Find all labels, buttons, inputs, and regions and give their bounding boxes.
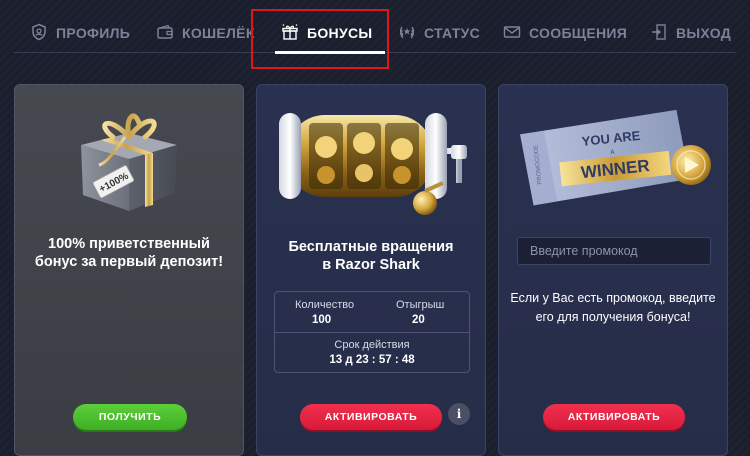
wager-label: Отыгрыш — [396, 299, 445, 311]
activate-free-spins-button[interactable]: АКТИВИРОВАТЬ — [300, 404, 442, 430]
nav-item-wallet[interactable]: КОШЕЛЁК — [156, 20, 255, 46]
count-value: 100 — [312, 314, 332, 326]
activate-promo-button[interactable]: АКТИВИРОВАТЬ — [543, 404, 685, 430]
gift-box-image: +100% — [81, 113, 177, 211]
nav-item-exit[interactable]: ВЫХОД — [650, 20, 731, 46]
winner-ticket-image: YOU ARE A WINNER PROMOCODE — [520, 109, 711, 206]
ticket-small: A — [610, 150, 615, 156]
laurel-icon — [398, 23, 416, 44]
free-spins-title-line2: в Razor Shark — [322, 257, 420, 273]
nav-label-exit: ВЫХОД — [676, 25, 731, 41]
nav-item-status[interactable]: СТАТУС — [398, 20, 480, 46]
expiry-label: Срок действия — [334, 339, 410, 351]
promo-code-card: YOU ARE A WINNER PROMOCODE Если у Вас ес… — [498, 84, 728, 456]
wager-value: 20 — [412, 314, 425, 326]
promo-description: Если у Вас есть промокод, введите его дл… — [510, 291, 716, 324]
slot-machine-image — [279, 113, 467, 215]
nav-label-profile: ПРОФИЛЬ — [56, 25, 131, 41]
promo-code-input[interactable] — [517, 237, 711, 265]
count-label: Количество — [295, 299, 355, 311]
free-spins-stats-box: Количество 100 Отыгрыш 20 Срок действия … — [274, 291, 470, 373]
nav-item-messages[interactable]: СООБЩЕНИЯ — [503, 20, 627, 46]
nav-item-bonuses[interactable]: БОНУСЫ — [281, 20, 372, 46]
nav-label-wallet: КОШЕЛЁК — [182, 25, 255, 41]
wallet-icon — [156, 23, 174, 44]
profile-nav: ПРОФИЛЬ КОШЕЛЁК БОНУСЫ СТАТУС СООБЩЕНИЯ … — [0, 0, 750, 69]
expiry-timer: 13 д 23 : 57 : 48 — [329, 354, 415, 366]
nav-label-messages: СООБЩЕНИЯ — [529, 25, 628, 41]
claim-bonus-button[interactable]: ПОЛУЧИТЬ — [73, 404, 187, 430]
shield-user-icon — [30, 23, 48, 44]
nav-label-bonuses: БОНУСЫ — [307, 25, 373, 41]
stats-divider — [275, 332, 469, 333]
free-spins-title-line1: Бесплатные вращения — [288, 239, 454, 255]
welcome-bonus-card: +100% 100% приветственный бонус за первы… — [14, 84, 244, 456]
envelope-icon — [503, 23, 521, 44]
welcome-bonus-title: 100% приветственный бонус за первый депо… — [34, 236, 224, 270]
nav-item-profile[interactable]: ПРОФИЛЬ — [30, 20, 130, 46]
nav-active-underline — [275, 51, 385, 54]
nav-label-status: СТАТУС — [424, 25, 481, 41]
exit-icon — [650, 23, 668, 44]
info-icon[interactable]: i — [448, 403, 470, 425]
gift-icon — [281, 23, 299, 44]
free-spins-card: Бесплатные вращения в Razor Shark Количе… — [256, 84, 486, 456]
